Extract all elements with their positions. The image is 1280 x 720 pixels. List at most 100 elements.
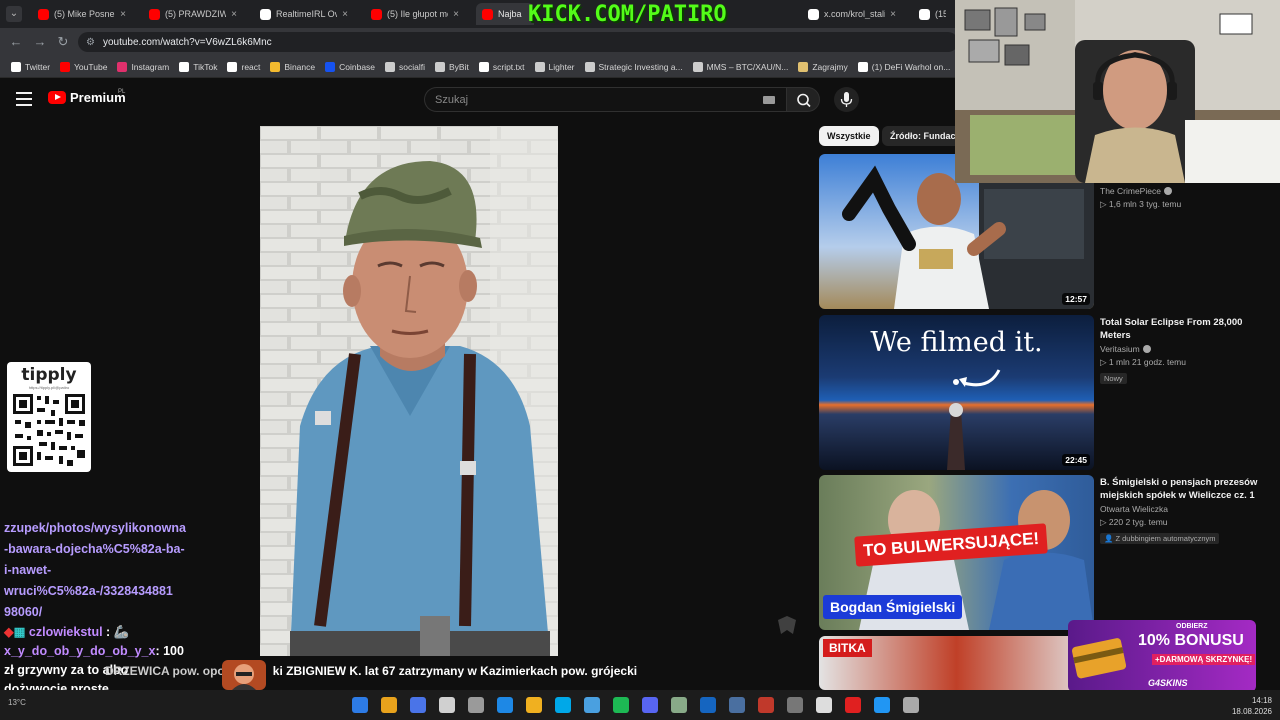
bookmark-item[interactable]: Coinbase: [320, 56, 380, 78]
tiktok-icon: [227, 61, 238, 72]
close-tab-icon[interactable]: ×: [453, 9, 459, 20]
folder-icon: [385, 61, 396, 72]
taskbar-app-icon[interactable]: [642, 697, 658, 713]
thumbnail-art: [947, 369, 1001, 470]
close-tab-icon[interactable]: ×: [231, 9, 237, 20]
crate-icon: [1071, 638, 1127, 679]
taskbar-app-icon[interactable]: [468, 697, 484, 713]
voice-search-button[interactable]: [834, 87, 859, 112]
bookmark-label: YouTube: [74, 61, 108, 72]
taskbar-app-icon[interactable]: [439, 697, 455, 713]
bookmark-item[interactable]: Instagram: [112, 56, 174, 78]
taskbar-app-icon[interactable]: [584, 697, 600, 713]
search-button[interactable]: [786, 87, 820, 112]
weather-widget[interactable]: 13°C: [8, 698, 26, 707]
recommendation-thumbnail-2[interactable]: We filmed it. 22:45: [819, 315, 1094, 470]
verified-icon: [1163, 187, 1172, 195]
recommendation-thumbnail-4[interactable]: BITKA: [819, 636, 1094, 690]
bookmark-item[interactable]: TikTok: [174, 56, 222, 78]
browser-tab[interactable]: (5) PRAWDZIWY ×: [143, 3, 243, 25]
browser-tab[interactable]: (15) H: [913, 3, 958, 25]
bookmark-item[interactable]: Zagrajmy: [793, 56, 852, 78]
menu-icon[interactable]: [16, 92, 32, 106]
recommendation-info-2[interactable]: Total Solar Eclipse From 28,000 Meters V…: [1100, 316, 1270, 386]
youtube-logo[interactable]: Premium: [48, 90, 126, 105]
bookmark-item[interactable]: react: [222, 56, 265, 78]
taskbar-app-icon[interactable]: [555, 697, 571, 713]
taskbar-app-icon[interactable]: [874, 697, 890, 713]
recommendation-info-1[interactable]: The CrimePiece ▷ 1,6 mln 3 tyg. temu: [1100, 184, 1270, 210]
coinbase-icon: [325, 61, 336, 72]
bookmark-label: TikTok: [193, 61, 218, 72]
chat-badge-icon: ◆: [4, 625, 14, 639]
bookmark-item[interactable]: MMS – BTC/XAU/N...: [688, 56, 794, 78]
github-icon: [478, 61, 489, 72]
emote-icon: 🦾: [113, 625, 130, 639]
taskbar-app-icon[interactable]: [497, 697, 513, 713]
bookmark-label: Twitter: [25, 61, 51, 72]
browser-tab[interactable]: Najbardzie: [476, 3, 534, 25]
bookmark-item[interactable]: Binance: [265, 56, 320, 78]
taskbar-app-icon[interactable]: [526, 697, 542, 713]
tab-title: RealtimeIRL Overl: [276, 9, 338, 19]
tipply-qr-widget: tipply https://tipply.pl/@patiro: [7, 362, 91, 472]
taskbar-app-icon[interactable]: [381, 697, 397, 713]
bookmark-item[interactable]: Strategic Investing a...: [580, 56, 688, 78]
ticker-avatar: [222, 660, 266, 690]
forward-icon[interactable]: →: [32, 34, 48, 50]
system-tray-clock[interactable]: 14:18 18.08.2026: [1232, 695, 1272, 717]
taskbar-app-icon[interactable]: [613, 697, 629, 713]
bookmark-item[interactable]: script.txt: [474, 56, 530, 78]
taskbar-app-icon[interactable]: [816, 697, 832, 713]
back-icon[interactable]: ←: [8, 34, 24, 50]
taskbar-app-icon[interactable]: [671, 697, 687, 713]
bookmark-label: socialfi: [399, 61, 426, 72]
bookmark-item[interactable]: YouTube: [55, 56, 112, 78]
windows-start-icon[interactable]: [352, 697, 368, 713]
channel-name: The CrimePiece: [1100, 186, 1270, 196]
bookmark-item[interactable]: (1) DeFi Warhol on...: [853, 56, 956, 78]
kick-channel-banner: KICK.COM/PATIRO: [528, 2, 727, 27]
bookmark-label: Binance: [284, 61, 316, 72]
dubbing-badge: 👤 Z dubbingiem automatycznym: [1100, 533, 1220, 544]
search-box: [424, 87, 786, 112]
reload-icon[interactable]: ↻: [55, 34, 71, 50]
recommendation-info-3[interactable]: B. Śmigielski o pensjach prezesów miejsk…: [1100, 476, 1270, 546]
browser-tab[interactable]: RealtimeIRL Overl ×: [254, 3, 354, 25]
tab-search-button[interactable]: ⌄: [6, 6, 22, 22]
bookmark-item[interactable]: ByBit: [430, 56, 474, 78]
taskbar-app-icon[interactable]: [700, 697, 716, 713]
browser-tab[interactable]: (5) Mike Posner - ×: [32, 3, 132, 25]
close-tab-icon[interactable]: ×: [890, 9, 896, 20]
taskbar-app-icon[interactable]: [903, 697, 919, 713]
close-tab-icon[interactable]: ×: [342, 9, 348, 20]
promo-brand: G4SKINS: [1148, 678, 1188, 688]
recommendation-thumbnail-3[interactable]: TO BULWERSUJĄCE! Bogdan Śmigielski: [819, 475, 1094, 630]
address-bar[interactable]: ⚙ youtube.com/watch?v=V6wZL6k6Mnc: [78, 32, 958, 52]
video-player[interactable]: [260, 126, 558, 656]
bookmark-label: ByBit: [449, 61, 469, 72]
taskbar-app-icon[interactable]: [758, 697, 774, 713]
chat-badge-icon: ▦: [13, 625, 26, 639]
taskbar-app-icon[interactable]: [729, 697, 745, 713]
bookmark-label: MMS – BTC/XAU/N...: [706, 61, 789, 72]
bookmark-label: Coinbase: [339, 61, 376, 72]
channel-watermark-icon[interactable]: [776, 616, 798, 636]
loading-icon: [584, 61, 595, 72]
thumbnail-name-plate: Bogdan Śmigielski: [823, 595, 963, 619]
video-meta: ▷ 1,6 mln 3 tyg. temu: [1100, 199, 1182, 209]
taskbar-app-icon[interactable]: [410, 697, 426, 713]
keyboard-icon[interactable]: [763, 96, 775, 104]
bookmark-item[interactable]: Lighter: [530, 56, 580, 78]
bookmark-item[interactable]: socialfi: [380, 56, 430, 78]
search-input[interactable]: [425, 88, 725, 111]
browser-tab[interactable]: (5) Ile głupot mo ×: [365, 3, 465, 25]
taskbar-app-icon[interactable]: [845, 697, 861, 713]
chip-all[interactable]: Wszystkie: [819, 126, 879, 146]
bookmark-item[interactable]: Twitter: [6, 56, 55, 78]
close-tab-icon[interactable]: ×: [120, 9, 126, 20]
browser-tab[interactable]: x.com/krol_stalin ×: [802, 3, 902, 25]
taskbar-app-icon[interactable]: [787, 697, 803, 713]
x-icon: [857, 61, 868, 72]
site-info-icon[interactable]: ⚙: [86, 37, 95, 48]
